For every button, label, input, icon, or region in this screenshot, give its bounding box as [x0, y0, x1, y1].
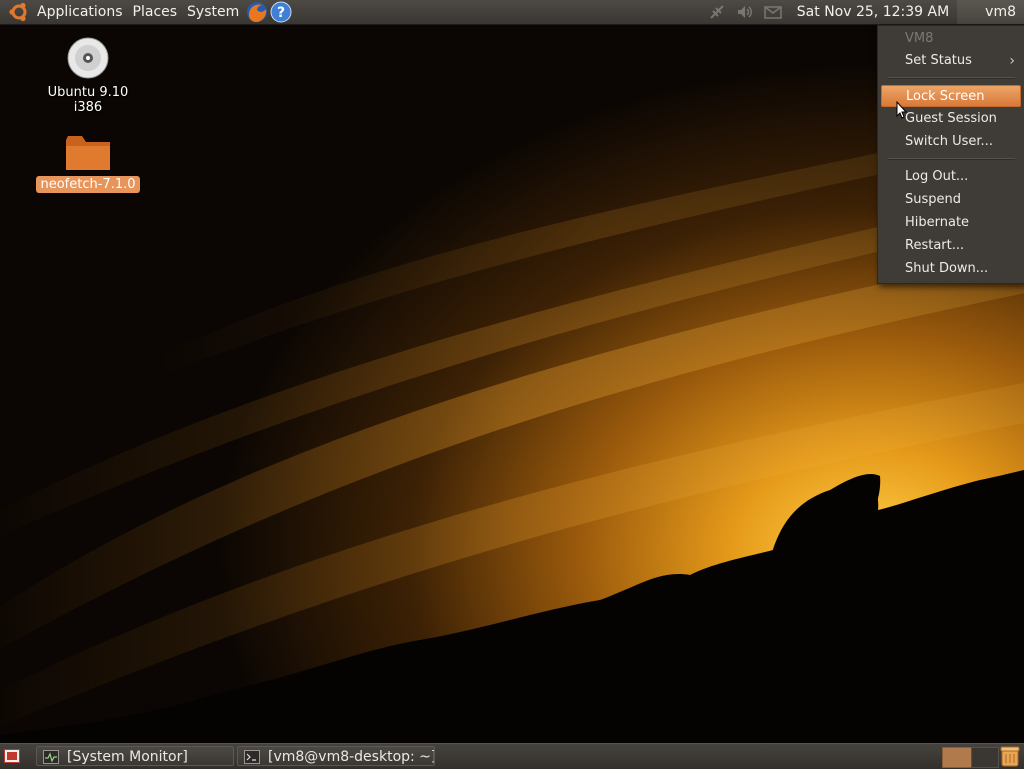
- system-monitor-icon: [43, 750, 59, 764]
- taskbar-item-terminal[interactable]: [vm8@vm8-desktop: ~]: [237, 746, 435, 766]
- svg-text:?: ?: [277, 5, 285, 21]
- menu-item-switch-user[interactable]: Switch User...: [881, 131, 1021, 153]
- bottom-panel: [System Monitor] [vm8@vm8-desktop: ~]: [0, 743, 1024, 769]
- desktop-icon-label: neofetch-7.1.0: [36, 176, 140, 193]
- clock[interactable]: Sat Nov 25, 12:39 AM: [797, 4, 949, 20]
- folder-icon: [66, 136, 110, 170]
- system-tray: Sat Nov 25, 12:39 AM vm8: [703, 0, 1024, 24]
- menu-item-hibernate[interactable]: Hibernate: [881, 212, 1021, 234]
- user-switcher-button[interactable]: vm8: [957, 0, 1024, 24]
- menu-item-suspend[interactable]: Suspend: [881, 189, 1021, 211]
- firefox-icon[interactable]: [246, 1, 268, 23]
- workspace-2[interactable]: [971, 747, 999, 768]
- taskbar-item-system-monitor[interactable]: [System Monitor]: [36, 746, 234, 766]
- desktop-wallpaper: [0, 0, 1024, 768]
- help-icon[interactable]: ?: [270, 1, 292, 23]
- mouse-cursor-icon: [896, 101, 908, 119]
- menu-item-label: Set Status: [905, 53, 972, 68]
- menu-item-restart[interactable]: Restart...: [881, 235, 1021, 257]
- workspace-1[interactable]: [942, 747, 972, 768]
- menu-separator: [888, 158, 1015, 160]
- menu-separator: [888, 77, 1015, 79]
- menu-applications[interactable]: Applications: [32, 0, 128, 24]
- desktop-icon-label: Ubuntu 9.10 i386: [47, 85, 129, 115]
- menu-system[interactable]: System: [182, 0, 244, 24]
- taskbar-item-label: [System Monitor]: [67, 749, 188, 765]
- cd-icon: [67, 37, 109, 79]
- user-menu: VM8 Set Status › Lock Screen Guest Sessi…: [877, 25, 1024, 284]
- ubuntu-logo-icon[interactable]: [8, 1, 30, 23]
- chevron-right-icon: ›: [1009, 53, 1015, 69]
- menu-header-username: VM8: [905, 31, 934, 46]
- top-panel: Applications Places System ? Sat Nov 25,…: [0, 0, 1024, 25]
- volume-icon[interactable]: [735, 2, 755, 22]
- menu-places[interactable]: Places: [128, 0, 183, 24]
- taskbar-item-label: [vm8@vm8-desktop: ~]: [268, 749, 435, 765]
- terminal-icon: [244, 750, 260, 764]
- network-icon[interactable]: [707, 2, 727, 22]
- menu-item-shut-down[interactable]: Shut Down...: [881, 258, 1021, 280]
- mail-icon[interactable]: [763, 2, 783, 22]
- trash-icon[interactable]: [999, 745, 1021, 767]
- desktop-icon-ubuntu-cd[interactable]: Ubuntu 9.10 i386: [28, 36, 148, 116]
- desktop-icon-neofetch-folder[interactable]: neofetch-7.1.0: [28, 132, 148, 193]
- menu-item-set-status[interactable]: Set Status ›: [881, 50, 1021, 72]
- show-desktop-icon[interactable]: [4, 749, 20, 763]
- menu-item-log-out[interactable]: Log Out...: [881, 166, 1021, 188]
